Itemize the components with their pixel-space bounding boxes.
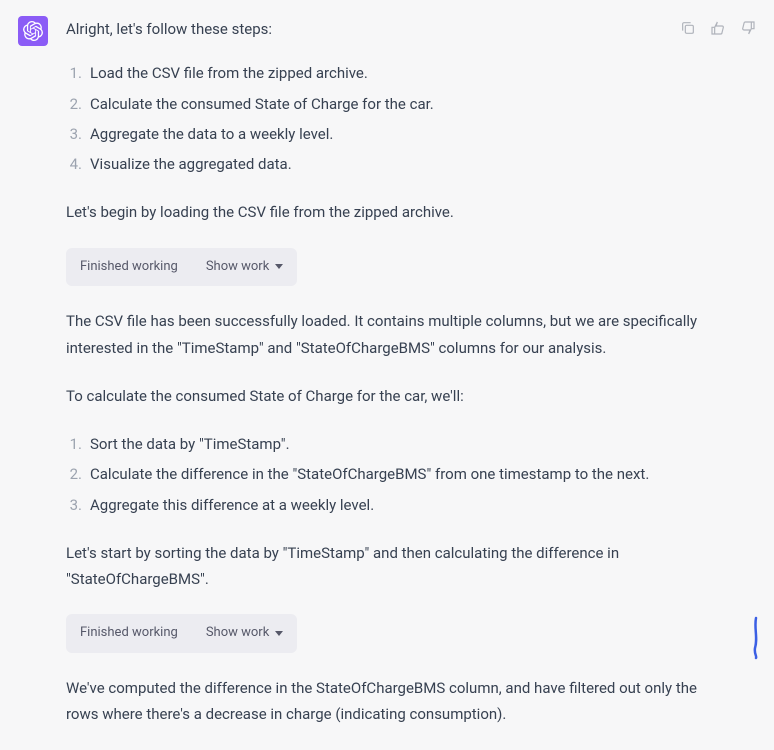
chip-status: Finished working xyxy=(80,256,178,279)
thumbs-up-icon xyxy=(710,20,726,36)
chevron-down-icon xyxy=(275,264,283,269)
message-content: Alright, let's follow these steps: 1. Loa… xyxy=(66,16,756,750)
list-number: 2. xyxy=(66,91,82,117)
list-text: Load the CSV file from the zipped archiv… xyxy=(90,60,716,86)
paragraph: We've computed the difference in the Sta… xyxy=(66,675,716,728)
list-item: 4. Visualize the aggregated data. xyxy=(66,151,716,177)
openai-icon xyxy=(23,21,43,41)
list-number: 2. xyxy=(66,461,82,487)
chip-status: Finished working xyxy=(80,622,178,645)
list-text: Visualize the aggregated data. xyxy=(90,151,716,177)
list-text: Aggregate the data to a weekly level. xyxy=(90,121,716,147)
paragraph: Let's start by sorting the data by "Time… xyxy=(66,540,716,593)
assistant-message: Alright, let's follow these steps: 1. Loa… xyxy=(0,0,774,750)
list-text: Calculate the difference in the "StateOf… xyxy=(90,461,716,487)
assistant-avatar xyxy=(18,16,48,46)
show-work-toggle[interactable]: Show work xyxy=(206,256,283,279)
list-text: Calculate the consumed State of Charge f… xyxy=(90,91,716,117)
list-number: 3. xyxy=(66,121,82,147)
intro-text: Alright, let's follow these steps: xyxy=(66,16,716,42)
thumbs-up-button[interactable] xyxy=(708,18,728,38)
paragraph: The CSV file has been successfully loade… xyxy=(66,308,716,361)
list-item: 2. Calculate the difference in the "State… xyxy=(66,461,716,487)
list-number: 1. xyxy=(66,431,82,457)
code-status-chip[interactable]: Finished working Show work xyxy=(66,248,297,287)
list-item: 1. Sort the data by "TimeStamp". xyxy=(66,431,716,457)
paragraph: Let's begin by loading the CSV file from… xyxy=(66,199,716,225)
toggle-label: Show work xyxy=(206,256,269,279)
show-work-toggle[interactable]: Show work xyxy=(206,622,283,645)
message-actions xyxy=(678,18,758,38)
copy-icon xyxy=(680,20,696,36)
toggle-label: Show work xyxy=(206,622,269,645)
list-item: 2. Calculate the consumed State of Charge… xyxy=(66,91,716,117)
copy-button[interactable] xyxy=(678,18,698,38)
paragraph: To calculate the consumed State of Charg… xyxy=(66,383,716,409)
thumbs-down-icon xyxy=(740,20,756,36)
list-item: 3. Aggregate this difference at a weekly … xyxy=(66,492,716,518)
list-number: 3. xyxy=(66,492,82,518)
list-item: 3. Aggregate the data to a weekly level. xyxy=(66,121,716,147)
code-status-chip[interactable]: Finished working Show work xyxy=(66,614,297,653)
list-text: Aggregate this difference at a weekly le… xyxy=(90,492,716,518)
annotation-mark xyxy=(752,616,760,660)
chevron-down-icon xyxy=(275,631,283,636)
steps-list-2: 1. Sort the data by "TimeStamp". 2. Calcul… xyxy=(66,431,716,518)
steps-list-1: 1. Load the CSV file from the zipped arch… xyxy=(66,60,716,177)
list-text: Sort the data by "TimeStamp". xyxy=(90,431,716,457)
list-number: 1. xyxy=(66,60,82,86)
list-number: 4. xyxy=(66,151,82,177)
thumbs-down-button[interactable] xyxy=(738,18,758,38)
list-item: 1. Load the CSV file from the zipped arch… xyxy=(66,60,716,86)
